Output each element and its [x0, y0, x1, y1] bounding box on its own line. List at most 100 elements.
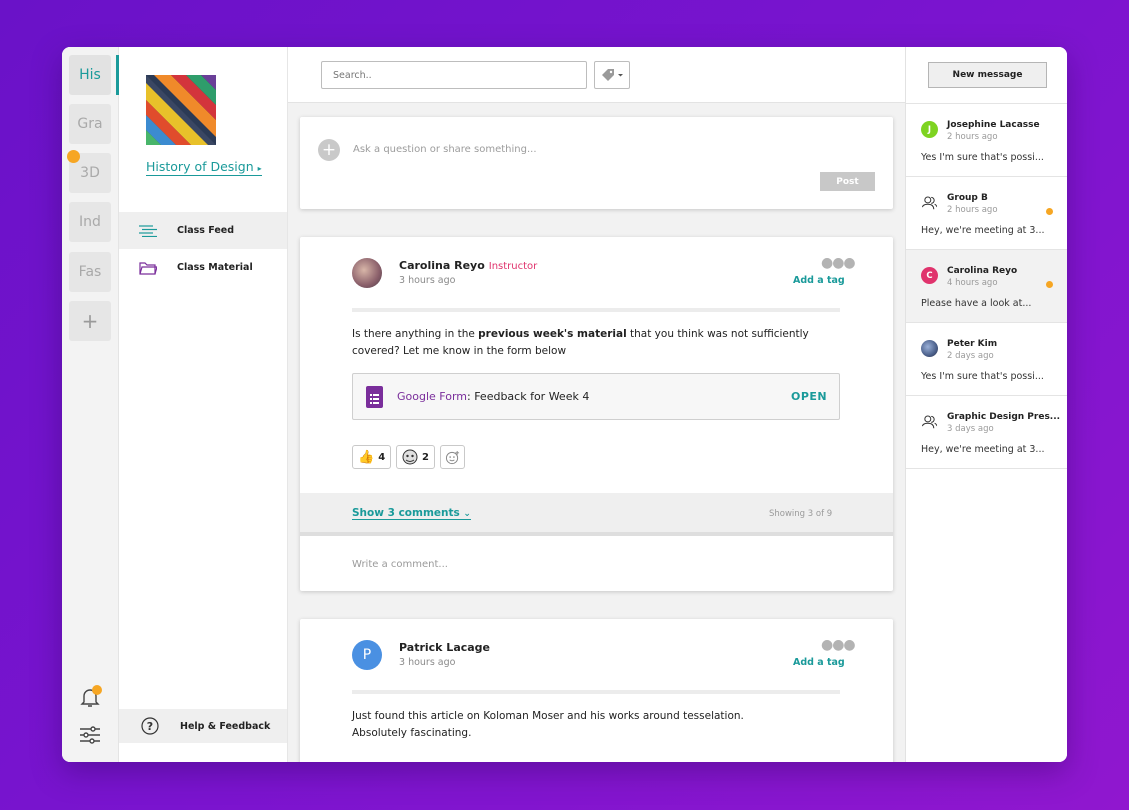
message-item[interactable]: Peter Kim 2 days ago Yes I'm sure that's…	[906, 323, 1067, 396]
message-item[interactable]: C Carolina Reyo 4 hours ago Please have …	[906, 250, 1067, 323]
group-icon	[921, 415, 938, 429]
composer-input[interactable]: Ask a question or share something...	[353, 144, 537, 155]
folder-icon	[119, 261, 177, 275]
class-feed: + Ask a question or share something... P…	[288, 47, 905, 762]
add-attachment-button[interactable]: +	[318, 139, 340, 161]
post-author[interactable]: Carolina Reyo Instructor	[399, 259, 537, 272]
message-item[interactable]: J Josephine Lacasse 2 hours ago Yes I'm …	[906, 104, 1067, 177]
message-time: 4 hours ago	[947, 278, 998, 288]
sender-name: Graphic Design Pres...	[947, 412, 1061, 422]
reaction-count: 2	[422, 451, 429, 463]
course-title: History of Design	[146, 159, 254, 174]
unread-dot	[1046, 208, 1053, 215]
message-preview: Hey, we're meeting at 3...	[921, 444, 1045, 455]
sender-name: Carolina Reyo	[947, 266, 1018, 276]
avatar: C	[921, 267, 938, 284]
course-title-link[interactable]: History of Design ▸	[146, 159, 262, 176]
tag-icon	[602, 69, 623, 81]
add-tag-link[interactable]: Add a tag	[793, 275, 845, 286]
caret-right-icon: ▸	[257, 164, 262, 173]
post-card: P Patrick Lacage 3 hours ago ●●● Add a t…	[300, 619, 893, 762]
help-feedback-button[interactable]: ? Help & Feedback	[119, 709, 287, 743]
avatar[interactable]: P	[352, 640, 382, 670]
avatar[interactable]	[352, 258, 382, 288]
feed-icon	[119, 224, 177, 237]
more-options-icon[interactable]: ●●●	[821, 255, 856, 271]
new-message-button[interactable]: New message	[928, 62, 1047, 88]
nav-label: Class Feed	[177, 225, 235, 236]
body-bold: previous week's material	[478, 328, 627, 340]
settings-sliders-icon[interactable]	[78, 723, 102, 747]
course-rail: His Gra 3D Ind Fas +	[62, 47, 119, 762]
sender-name: Peter Kim	[947, 339, 998, 349]
message-time: 2 hours ago	[947, 132, 998, 142]
help-label: Help & Feedback	[180, 720, 271, 732]
divider	[352, 308, 840, 312]
comments-bar: Show 3 comments ⌄ Showing 3 of 9	[300, 493, 893, 536]
nav-class-material[interactable]: Class Material	[119, 249, 287, 286]
course-panel: History of Design ▸ Class Feed Class Mat…	[119, 47, 288, 762]
more-options-icon[interactable]: ●●●	[821, 637, 856, 653]
message-preview: Yes I'm sure that's possi...	[921, 371, 1044, 382]
add-course-button[interactable]: +	[69, 301, 111, 341]
question-icon: ?	[119, 717, 180, 735]
reaction-custom[interactable]: 2	[396, 445, 435, 469]
svg-text:?: ?	[146, 720, 152, 733]
course-logo	[146, 75, 216, 145]
body-text: Is there anything in the	[352, 328, 479, 340]
post-body: Just found this article on Koloman Moser…	[352, 710, 744, 739]
app-window: His Gra 3D Ind Fas + History of Design ▸…	[62, 47, 1067, 762]
post-author[interactable]: Patrick Lacage	[399, 641, 490, 654]
attachment-source: Google Form	[397, 390, 467, 403]
messages-panel: New message J Josephine Lacasse 2 hours …	[905, 47, 1067, 762]
post-time: 3 hours ago	[399, 657, 456, 668]
face-icon	[402, 449, 418, 465]
chevron-down-icon: ⌄	[463, 509, 471, 519]
course-his[interactable]: His	[69, 55, 111, 95]
avatar: J	[921, 121, 938, 138]
message-preview: Yes I'm sure that's possi...	[921, 152, 1044, 163]
message-time: 2 hours ago	[947, 205, 998, 215]
notification-dot	[67, 150, 80, 163]
role-badge: Instructor	[488, 261, 538, 272]
add-emoji-icon	[445, 450, 460, 464]
course-fas[interactable]: Fas	[69, 252, 111, 292]
bell-icon[interactable]	[78, 685, 102, 709]
course-gra[interactable]: Gra	[69, 104, 111, 144]
avatar	[921, 340, 938, 357]
message-item[interactable]: Group B 2 hours ago Hey, we're meeting a…	[906, 177, 1067, 250]
thumbs-up-icon: 👍	[358, 449, 375, 465]
message-time: 2 days ago	[947, 351, 994, 361]
message-item[interactable]: Graphic Design Pres... 3 days ago Hey, w…	[906, 396, 1067, 469]
unread-dot	[1046, 281, 1053, 288]
tag-filter-button[interactable]	[594, 61, 630, 89]
search-input[interactable]	[321, 61, 587, 89]
post-body: Is there anything in the previous week's…	[352, 326, 822, 360]
show-comments-label: Show 3 comments	[352, 507, 460, 519]
post-time: 3 hours ago	[399, 275, 456, 286]
nav-class-feed[interactable]: Class Feed	[119, 212, 287, 249]
attachment-google-form[interactable]: Google Form: Feedback for Week 4 OPEN	[352, 373, 840, 420]
feed-toolbar	[288, 47, 905, 103]
course-ind[interactable]: Ind	[69, 202, 111, 242]
reaction-count: 4	[378, 451, 386, 463]
comment-input[interactable]: Write a comment...	[352, 559, 448, 570]
comment-count: Showing 3 of 9	[769, 509, 833, 519]
reaction-thumbs-up[interactable]: 👍 4	[352, 445, 392, 469]
sender-name: Group B	[947, 193, 988, 203]
open-button[interactable]: OPEN	[791, 390, 827, 403]
post-card: Carolina Reyo Instructor 3 hours ago ●●● …	[300, 237, 893, 591]
show-comments-toggle[interactable]: Show 3 comments ⌄	[352, 507, 471, 520]
nav-label: Class Material	[177, 262, 253, 273]
group-icon	[921, 196, 938, 210]
divider	[352, 690, 840, 694]
add-tag-link[interactable]: Add a tag	[793, 657, 845, 668]
sender-name: Josephine Lacasse	[947, 120, 1040, 130]
attachment-name: : Feedback for Week 4	[467, 390, 590, 403]
message-preview: Please have a look at...	[921, 298, 1032, 309]
post-button[interactable]: Post	[820, 172, 875, 191]
author-name: Carolina Reyo	[399, 259, 485, 272]
add-reaction-button[interactable]	[440, 445, 465, 469]
message-preview: Hey, we're meeting at 3...	[921, 225, 1045, 236]
composer-card: + Ask a question or share something... P…	[300, 117, 893, 209]
